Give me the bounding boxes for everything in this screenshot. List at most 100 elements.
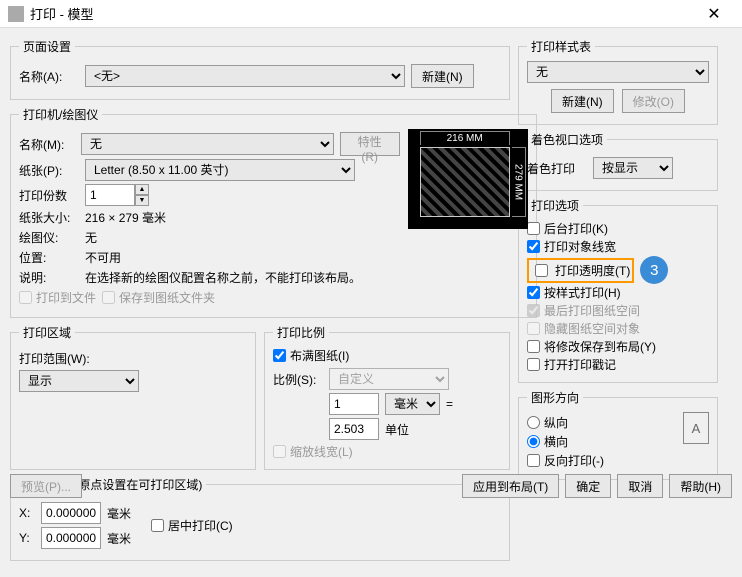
printer-legend: 打印机/绘图仪: [19, 106, 102, 123]
print-range-label: 打印范围(W):: [19, 350, 90, 367]
copies-down[interactable]: ▼: [135, 195, 149, 206]
opt-stamp-label: 打开打印戳记: [544, 356, 616, 373]
plot-scale-legend: 打印比例: [273, 324, 329, 341]
opt-plotstyles-label: 按样式打印(H): [544, 284, 621, 301]
print-range-select[interactable]: 显示: [19, 370, 139, 392]
dialog-footer: 预览(P)... 应用到布局(T) 确定 取消 帮助(H): [0, 468, 742, 504]
app-icon: [8, 6, 24, 22]
location-value: 不可用: [85, 249, 121, 266]
papersize-label: 纸张大小:: [19, 209, 79, 226]
center-plot-checkbox[interactable]: [151, 519, 164, 532]
opt-paperspace-checkbox: [527, 304, 540, 317]
annotation-badge-3: 3: [640, 256, 668, 284]
plot-style-group: 打印样式表 无 新建(N) 修改(O): [518, 38, 718, 125]
copies-input[interactable]: [85, 184, 135, 206]
orientation-group: 图形方向 纵向 横向 反向打印(-): [518, 389, 718, 480]
plotstyle-new-button[interactable]: 新建(N): [551, 89, 614, 113]
plot-style-select[interactable]: 无: [527, 61, 709, 83]
printer-name-label: 名称(M):: [19, 136, 75, 153]
opt-plotstyles-checkbox[interactable]: [527, 286, 540, 299]
opt-background-checkbox[interactable]: [527, 222, 540, 235]
plotter-value: 无: [85, 229, 97, 246]
scale-lineweights-label: 缩放线宽(L): [290, 443, 353, 460]
opt-savechanges-label: 将修改保存到布局(Y): [544, 338, 656, 355]
offset-x-input[interactable]: [41, 502, 101, 524]
center-plot-label: 居中打印(C): [168, 517, 233, 534]
printer-name-select[interactable]: 无: [81, 133, 334, 155]
papersize-value: 216 × 279 毫米: [85, 209, 166, 226]
landscape-radio[interactable]: [527, 435, 540, 448]
scale-select: 自定义: [329, 368, 449, 390]
opt-paperspace-label: 最后打印图纸空间: [544, 302, 640, 319]
copies-label: 打印份数: [19, 187, 79, 204]
pagesetup-name-label: 名称(A):: [19, 68, 79, 85]
ok-button[interactable]: 确定: [565, 474, 611, 498]
plot-style-legend: 打印样式表: [527, 38, 595, 55]
opt-lineweights-checkbox[interactable]: [527, 240, 540, 253]
pagesetup-new-button[interactable]: 新建(N): [411, 64, 474, 88]
desc-label: 说明:: [19, 269, 79, 286]
shaded-viewport-legend: 着色视口选项: [527, 131, 607, 148]
scale-unit-input: [329, 393, 379, 415]
portrait-radio[interactable]: [527, 416, 540, 429]
fit-to-paper-label: 布满图纸(I): [290, 347, 349, 364]
unit-label: 单位: [385, 421, 409, 438]
offset-y-input[interactable]: [41, 527, 101, 549]
upside-down-label: 反向打印(-): [544, 452, 604, 469]
desc-value: 在选择新的绘图仪配置名称之前，不能打印该布局。: [85, 269, 361, 286]
landscape-label: 横向: [544, 433, 568, 450]
preview-button: 预览(P)...: [10, 474, 82, 498]
pagesetup-name-select[interactable]: <无>: [85, 65, 405, 87]
plotter-label: 绘图仪:: [19, 229, 79, 246]
opt-transparency-highlight: 打印透明度(T): [527, 258, 634, 283]
print-area-group: 打印区域 打印范围(W): 显示: [10, 324, 256, 470]
paper-label: 纸张(P):: [19, 162, 79, 179]
scale-unit-select[interactable]: 毫米: [385, 393, 440, 415]
preview-width-label: 216 MM: [420, 131, 510, 145]
upside-down-checkbox[interactable]: [527, 454, 540, 467]
offset-x-label: X:: [19, 506, 35, 520]
location-label: 位置:: [19, 249, 79, 266]
opt-transparency-checkbox[interactable]: [535, 264, 548, 277]
plotstyle-edit-button: 修改(O): [622, 89, 685, 113]
save-lines-label: 保存到图纸文件夹: [119, 289, 215, 306]
orientation-icon: [683, 412, 709, 444]
title-bar: 打印 - 模型 ✕: [0, 0, 742, 28]
close-button[interactable]: ✕: [694, 4, 734, 24]
print-to-file-checkbox: [19, 291, 32, 304]
preview-height-label: 279 MM: [512, 147, 526, 217]
shade-plot-label: 着色打印: [527, 160, 587, 177]
opt-transparency-label: 打印透明度(T): [555, 262, 630, 279]
page-setup-group: 页面设置 名称(A): <无> 新建(N): [10, 38, 510, 100]
opt-savechanges-checkbox[interactable]: [527, 340, 540, 353]
paper-select[interactable]: Letter (8.50 x 11.00 英寸): [85, 159, 355, 181]
shade-plot-select[interactable]: 按显示: [593, 157, 673, 179]
orientation-legend: 图形方向: [527, 389, 583, 406]
printer-group: 打印机/绘图仪 名称(M): 无 特性(R) 纸张(P): Letter (8.…: [10, 106, 537, 318]
offset-x-unit: 毫米: [107, 505, 131, 522]
opt-hidepaperspace-checkbox: [527, 322, 540, 335]
help-button[interactable]: 帮助(H): [669, 474, 732, 498]
plot-options-legend: 打印选项: [527, 197, 583, 214]
printer-props-button: 特性(R): [340, 132, 400, 156]
apply-layout-button[interactable]: 应用到布局(T): [462, 474, 559, 498]
window-title: 打印 - 模型: [30, 4, 694, 23]
print-to-file-label: 打印到文件: [36, 289, 96, 306]
drawing-units-input: [329, 418, 379, 440]
fit-to-paper-checkbox[interactable]: [273, 349, 286, 362]
plot-options-group: 打印选项 后台打印(K) 打印对象线宽 打印透明度(T) 3 按样式打印(H) …: [518, 197, 718, 383]
scale-lineweights-checkbox: [273, 445, 286, 458]
save-lines-checkbox: [102, 291, 115, 304]
preview-hatch: [420, 147, 510, 217]
copies-up[interactable]: ▲: [135, 184, 149, 195]
paper-preview: 216 MM 279 MM: [408, 129, 528, 229]
opt-stamp-checkbox[interactable]: [527, 358, 540, 371]
opt-background-label: 后台打印(K): [544, 220, 608, 237]
offset-y-unit: 毫米: [107, 530, 131, 547]
equals-label: =: [446, 397, 453, 411]
plot-scale-group: 打印比例 布满图纸(I) 比例(S): 自定义 毫米 = 单位 缩放线宽: [264, 324, 510, 470]
scale-ratio-label: 比例(S):: [273, 371, 323, 388]
cancel-button[interactable]: 取消: [617, 474, 663, 498]
shaded-viewport-group: 着色视口选项 着色打印 按显示: [518, 131, 718, 191]
offset-y-label: Y:: [19, 531, 35, 545]
